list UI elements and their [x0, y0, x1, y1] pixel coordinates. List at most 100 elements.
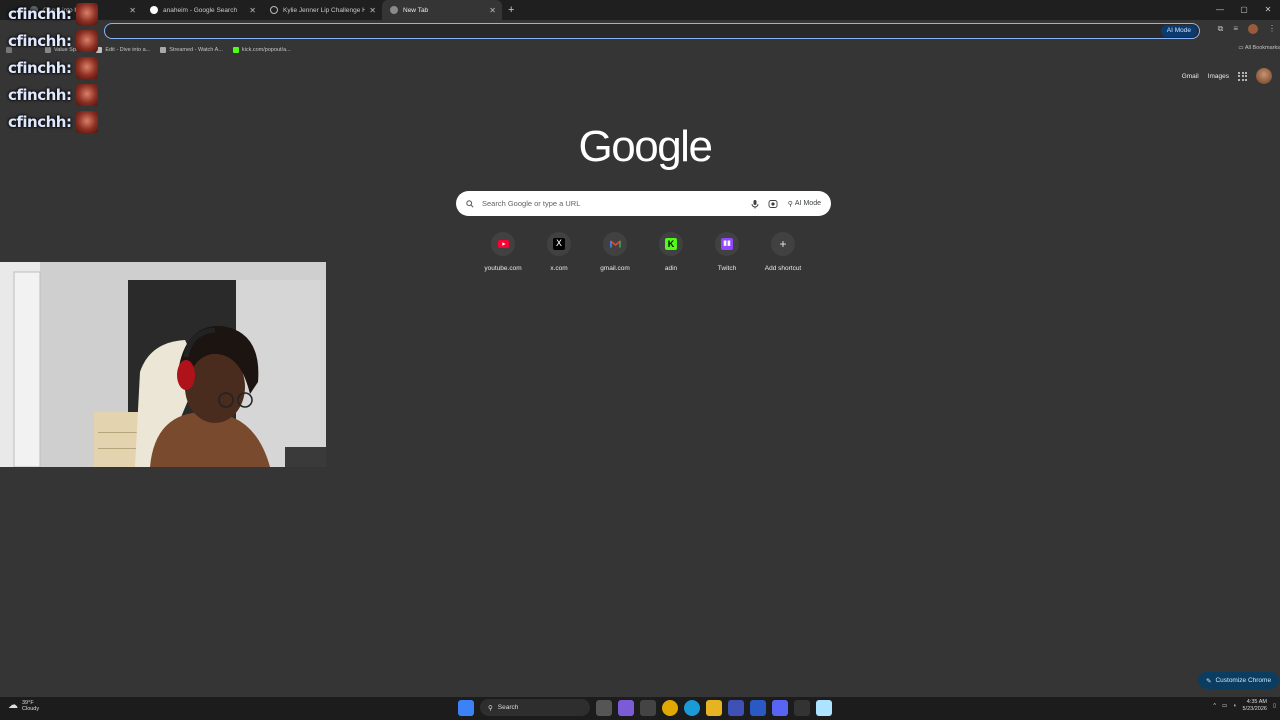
shortcut-youtube[interactable]: youtube.com [475, 232, 531, 272]
volume-icon[interactable]: ◖ [1233, 703, 1236, 709]
close-tab-icon[interactable]: ✕ [369, 6, 376, 15]
kick-icon: K [659, 232, 683, 256]
media-icon[interactable]: ≡ [1233, 24, 1238, 34]
taskbar-search-label: Search [497, 704, 519, 711]
ai-mode-pill[interactable]: AI Mode [1160, 25, 1197, 37]
profile-avatar-icon[interactable] [1248, 24, 1258, 34]
ai-mode-button[interactable]: ⚲ AI Mode [788, 200, 821, 208]
search-input[interactable] [482, 199, 742, 208]
chat-username: cfinchh: [8, 4, 72, 23]
shortcut-twitch[interactable]: ▮▮ Twitch [699, 232, 755, 272]
shortcut-label: adin [664, 265, 678, 272]
bookmark-label: kick.com/popout/a... [241, 46, 291, 53]
windows-start-icon[interactable] [458, 699, 474, 716]
windows-taskbar: ☁ 39°F Cloudy ⚲ Search ^ ▭ ◖ 4:35 AM 5/2… [0, 697, 1280, 720]
shortcut-x[interactable]: X x.com [531, 232, 587, 272]
tab-3[interactable]: Kylie Jenner Lip Challenge Hea ✕ [262, 0, 382, 20]
kick-favicon-icon [232, 46, 239, 53]
file-explorer-icon[interactable] [706, 699, 722, 716]
emote-icon [75, 2, 98, 25]
bookmark-item[interactable]: Streamed - Watch A... [160, 46, 223, 53]
bookmark-item[interactable]: Edit - Dive into a... [96, 46, 150, 53]
app-icon[interactable] [728, 699, 744, 716]
copilot-icon[interactable] [618, 699, 634, 716]
chat-line: cfinchh: [8, 0, 98, 27]
chat-line: cfinchh: [8, 27, 98, 54]
clock-time: 4:35 AM [1246, 699, 1267, 705]
chat-username: cfinchh: [8, 112, 72, 131]
customize-chrome-button[interactable]: ✎ Customize Chrome [1198, 672, 1280, 689]
google-account-avatar[interactable] [1256, 68, 1272, 84]
emote-icon [75, 83, 98, 106]
chat-line: cfinchh: [8, 81, 98, 108]
images-link[interactable]: Images [1208, 73, 1229, 80]
clock[interactable]: 4:35 AM 5/23/2026 [1243, 699, 1267, 713]
all-bookmarks-label: All Bookmarks [1244, 45, 1280, 51]
close-tab-icon[interactable]: ✕ [129, 6, 136, 15]
search-box[interactable]: ⚲AI Mode [456, 191, 831, 216]
bookmark-favicon-icon [160, 46, 167, 53]
shortcut-adin[interactable]: K adin [643, 232, 699, 272]
terminal-icon[interactable] [794, 699, 810, 716]
bookmark-label: Streamed - Watch A... [169, 46, 223, 53]
tab-2[interactable]: anaheim - Google Search ✕ [142, 0, 262, 20]
settings-icon[interactable] [640, 699, 656, 716]
weather-widget[interactable]: ☁ 39°F Cloudy [8, 700, 39, 712]
browser-toolbar: AI Mode [0, 20, 1280, 42]
shortcut-gmail[interactable]: gmail.com [587, 232, 643, 272]
tab-new-tab[interactable]: New Tab ✕ [382, 0, 502, 20]
x-icon: X [547, 232, 571, 256]
shortcut-label: gmail.com [600, 265, 630, 272]
network-icon[interactable]: ▭ [1222, 703, 1227, 709]
chat-username: cfinchh: [8, 58, 72, 77]
pencil-icon: ✎ [1206, 677, 1212, 685]
minimize-icon[interactable]: — [1208, 0, 1232, 20]
close-window-icon[interactable]: ✕ [1256, 0, 1280, 20]
edge-icon[interactable] [684, 699, 700, 716]
loading-favicon-icon [270, 6, 278, 14]
notifications-icon[interactable]: ▯ [1273, 703, 1276, 709]
close-tab-icon[interactable]: ✕ [489, 6, 496, 15]
gmail-link[interactable]: Gmail [1182, 73, 1199, 80]
chrome-icon[interactable] [662, 699, 678, 716]
close-tab-icon[interactable]: ✕ [249, 6, 256, 15]
google-apps-icon[interactable] [1238, 71, 1247, 81]
taskbar-apps: ⚲ Search [458, 699, 832, 716]
extensions-icon[interactable]: ⧉ [1218, 24, 1224, 34]
maximize-icon[interactable]: ▢ [1232, 0, 1256, 20]
app-icon[interactable] [816, 699, 832, 716]
shortcut-label: Twitch [717, 265, 737, 272]
google-favicon-icon [150, 6, 158, 14]
shortcuts-grid: youtube.com X x.com gmail.com K adin ▮▮ … [475, 232, 811, 272]
youtube-icon [491, 232, 515, 256]
task-view-icon[interactable] [596, 699, 612, 716]
tab-title: Kylie Jenner Lip Challenge Hea [283, 6, 366, 14]
gmail-icon [603, 232, 627, 256]
chat-line: cfinchh: [8, 54, 98, 81]
taskbar-search[interactable]: ⚲ Search [480, 699, 590, 716]
desktop-screen: Ghost into hidden ✕ anaheim - Google Sea… [0, 0, 1280, 720]
bookmark-item[interactable]: kick.com/popout/a... [232, 46, 291, 53]
toolbar-right-icons: ⧉ ≡ ⋮ [1218, 24, 1276, 34]
shortcut-label: x.com [550, 265, 568, 272]
add-shortcut-button[interactable]: + Add shortcut [755, 232, 811, 272]
system-tray: ^ ▭ ◖ 4:35 AM 5/23/2026 ▯ [1213, 699, 1276, 713]
new-tab-plus-icon[interactable]: + [508, 4, 514, 16]
discord-icon[interactable] [772, 699, 788, 716]
tab-strip: Ghost into hidden ✕ anaheim - Google Sea… [0, 0, 1280, 20]
emote-icon [75, 110, 98, 133]
chevron-up-icon[interactable]: ^ [1213, 703, 1216, 709]
twitch-icon: ▮▮ [715, 232, 739, 256]
window-controls: — ▢ ✕ [1208, 0, 1280, 20]
app-icon[interactable] [750, 699, 766, 716]
customize-chrome-label: Customize Chrome [1215, 677, 1272, 684]
ai-mode-label: AI Mode [794, 200, 821, 207]
google-lens-icon[interactable] [768, 199, 778, 209]
chat-line: cfinchh: [8, 108, 98, 135]
menu-kebab-icon[interactable]: ⋮ [1268, 24, 1276, 34]
tab-title: New Tab [403, 6, 429, 14]
microphone-icon[interactable] [750, 199, 760, 209]
address-bar[interactable]: AI Mode [104, 23, 1200, 39]
all-bookmarks[interactable]: ▭ All Bookmarks [1238, 45, 1280, 51]
plus-icon: + [771, 232, 795, 256]
